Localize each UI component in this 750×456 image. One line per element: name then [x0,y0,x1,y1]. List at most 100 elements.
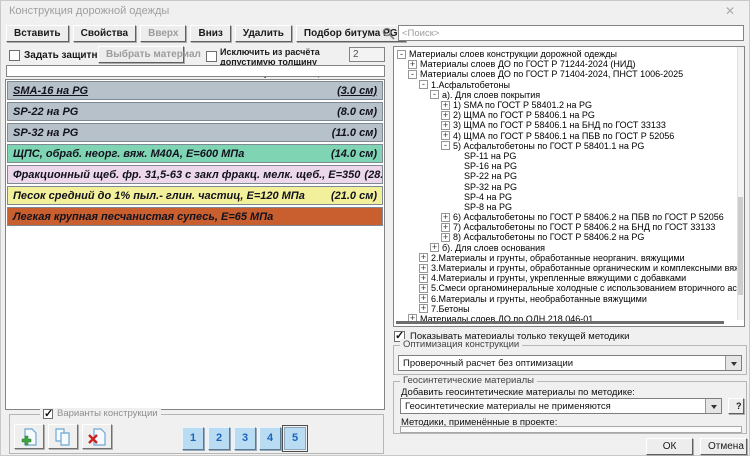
tree-node[interactable]: +6.Материалы и грунты, необработанные вя… [394,294,744,304]
tree-node-label: 6.Материалы и грунты, необработанные вяж… [431,294,647,304]
tree-node-label: 1) SMA по ГОСТ Р 58401.2 на PG [453,100,592,110]
tree-node-label: 4) ЩМА по ГОСТ Р 58406.1 на ПБВ по ГОСТ … [453,131,674,141]
layer-info-field [6,65,385,77]
expand-icon[interactable]: + [419,284,428,293]
expand-icon[interactable]: + [441,213,450,222]
expand-icon[interactable]: + [441,111,450,120]
expand-icon[interactable]: + [441,233,450,242]
layer-thickness: (11.0 см) [328,127,377,139]
tree-node[interactable]: +8) Асфальтобетоны по ГОСТ Р 58406.2 на … [394,232,744,242]
protective-layer-checkbox[interactable] [9,50,20,61]
expand-icon[interactable]: + [408,60,417,69]
tree-node[interactable]: +3.Материалы и грунты, обработанные орга… [394,263,744,273]
collapse-icon[interactable]: - [397,50,406,59]
exclude-wear-checkbox[interactable] [206,51,217,62]
variant-button-4[interactable]: 4 [259,427,281,450]
properties-button[interactable]: Свойства [73,25,137,42]
collapse-icon[interactable]: - [430,90,439,99]
tree-node[interactable]: +7) Асфальтобетоны по ГОСТ Р 58406.2 на … [394,222,744,232]
delete-button[interactable]: Удалить [235,25,292,42]
tree-node[interactable]: SP-4 на PG [394,192,744,202]
layer-row[interactable]: SMA-16 на PG (3.0 см) [7,81,383,100]
collapse-icon[interactable]: - [441,141,450,150]
expand-icon[interactable]: + [419,294,428,303]
layer-row[interactable]: Легкая крупная песчанистая супесь, Е=65 … [7,207,383,226]
copy-variant-button[interactable] [48,424,78,449]
layer-row[interactable]: SP-32 на PG (11.0 см) [7,123,383,142]
optimization-group-label: Оптимизация конструкции [400,339,522,350]
search-input[interactable] [398,25,744,41]
select-material-button[interactable]: Выбрать материал [98,46,184,63]
tree-node[interactable]: -а). Для слоев покрытия [394,90,744,100]
tree-node-label: 5.Смеси органоминеральные холодные с исп… [431,283,745,293]
expand-icon[interactable]: + [441,131,450,140]
expand-icon[interactable]: + [441,101,450,110]
expand-icon[interactable]: + [419,274,428,283]
tree-node[interactable]: -Материалы слоев конструкции дорожной од… [394,49,744,59]
variant-button-1[interactable]: 1 [182,427,204,450]
insert-button[interactable]: Вставить [6,25,69,42]
tree-node[interactable]: +3) ЩМА по ГОСТ Р 58406.1 на БНД по ГОСТ… [394,120,744,130]
layer-row[interactable]: Фракционный щеб. фр. 31,5-63 с закл фрак… [7,165,383,184]
geosynthetics-select[interactable]: Геосинтетические материалы не применяютс… [400,398,722,414]
layer-name: SP-22 на PG [13,106,78,118]
close-icon[interactable]: ✕ [725,4,735,18]
variants-group-label-text: Варианты конструкции [57,408,158,419]
expand-icon[interactable]: + [419,264,428,273]
chevron-down-icon[interactable] [705,399,721,413]
optimization-select[interactable]: Проверочный расчет без оптимизации [398,355,742,371]
delete-variant-button[interactable] [82,424,112,449]
wear-thickness-input[interactable] [349,47,385,62]
tree-node[interactable]: +6) Асфальтобетоны по ГОСТ Р 58406.2 на … [394,212,744,222]
geosynthetics-add-label: Добавить геосинтетические материалы по м… [401,387,635,398]
layer-row[interactable]: SP-22 на PG (8.0 см) [7,102,383,121]
tree-node[interactable]: +4.Материалы и грунты, укрепленные вяжущ… [394,273,744,283]
layer-row[interactable]: Песок средний до 1% пыл.- глин. частиц, … [7,186,383,205]
tree-node-label: 8) Асфальтобетоны по ГОСТ Р 58406.2 на P… [453,232,644,242]
help-button[interactable]: ? [728,398,744,414]
tree-node[interactable]: +7.Бетоны [394,304,744,314]
tree-node[interactable]: SP-16 на PG [394,161,744,171]
collapse-icon[interactable]: - [419,80,428,89]
chevron-down-icon[interactable] [725,356,741,370]
expand-icon[interactable]: + [441,121,450,130]
tree-node[interactable]: +Материалы слоев ДО по ГОСТ Р 71244-2024… [394,59,744,69]
expand-icon[interactable]: + [430,243,439,252]
variants-group-label: Варианты конструкции [40,408,161,419]
expand-icon[interactable]: + [419,253,428,262]
cancel-button[interactable]: Отмена [700,438,747,455]
tree-node[interactable]: -5) Асфальтобетоны по ГОСТ Р 58401.1 на … [394,141,744,151]
variant-button-5[interactable]: 5 [284,427,306,450]
variant-button-2[interactable]: 2 [208,427,230,450]
tree-node[interactable]: +4) ЩМА по ГОСТ Р 58406.1 на ПБВ по ГОСТ… [394,131,744,141]
tree-node[interactable]: +б). Для слоев основания [394,243,744,253]
expand-icon[interactable]: + [419,304,428,313]
tree-node-label: б). Для слоев основания [442,243,545,253]
layer-thickness: (3.0 см) [333,85,377,97]
variants-group: Варианты конструкции 1 2 3 4 5 [9,414,384,454]
tree-node[interactable]: SP-11 на PG [394,151,744,161]
move-down-button[interactable]: Вниз [190,25,230,42]
add-variant-button[interactable] [14,424,44,449]
tree-node[interactable]: SP-8 на PG [394,202,744,212]
tree-node[interactable]: -Материалы слоев ДО по ГОСТ Р 71404-2024… [394,69,744,79]
tree-node[interactable]: +2.Материалы и грунты, обработанные неор… [394,253,744,263]
ok-button[interactable]: ОК [646,438,693,455]
variants-checkbox[interactable] [43,409,53,419]
scrollbar-thumb[interactable] [738,197,743,295]
tree-node-label: 1.Асфальтобетоны [431,80,510,90]
expand-icon[interactable]: + [441,223,450,232]
variant-button-3[interactable]: 3 [234,427,256,450]
tree-node[interactable]: +2) ЩМА по ГОСТ Р 58406.1 на PG [394,110,744,120]
horizontal-scrollbar[interactable] [396,321,724,324]
tree-node[interactable]: +1) SMA по ГОСТ Р 58401.2 на PG [394,100,744,110]
collapse-icon[interactable]: - [408,70,417,79]
vertical-scrollbar[interactable] [737,47,744,320]
tree-node-label: SP-11 на PG [464,151,516,161]
tree-node[interactable]: +5.Смеси органоминеральные холодные с ис… [394,283,744,293]
tree-node[interactable]: SP-32 на PG [394,181,744,191]
layer-row[interactable]: ЩПС, обраб. неорг. вяж. М40А, Е=600 МПа … [7,144,383,163]
tree-node[interactable]: -1.Асфальтобетоны [394,80,744,90]
move-up-button[interactable]: Вверх [140,25,186,42]
tree-node[interactable]: SP-22 на PG [394,171,744,181]
